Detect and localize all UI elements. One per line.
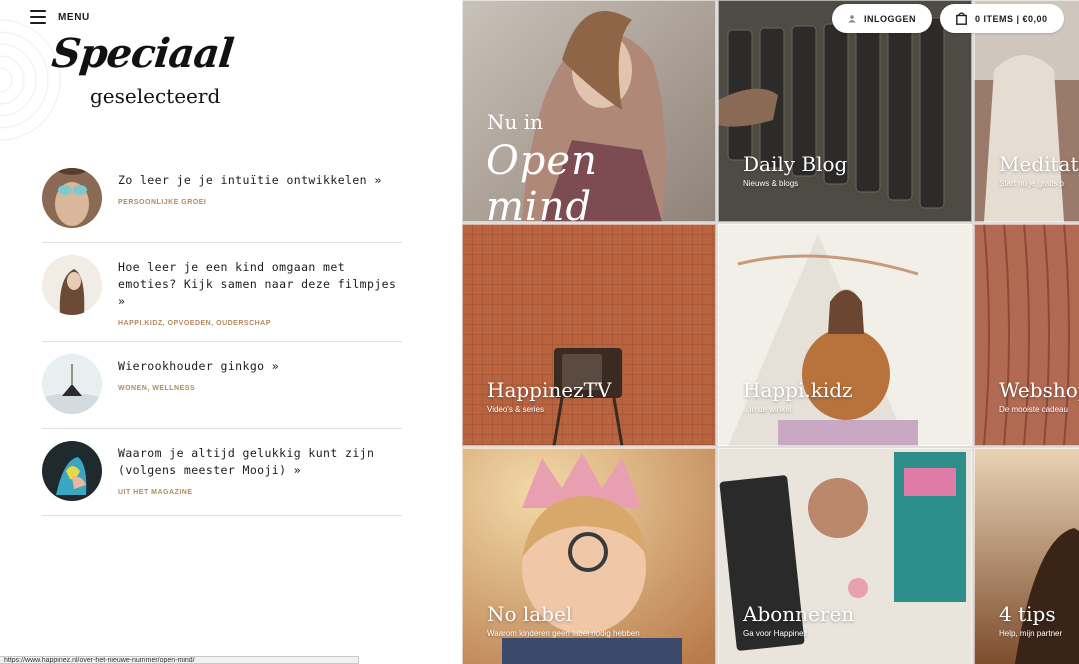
left-panel: MENU Speciaal geselecteerd Zo leer je je…: [0, 0, 462, 664]
tile-open-mind[interactable]: Nu in Open mind: [462, 0, 716, 222]
happinez-tv-title: HappinezTV: [487, 378, 612, 402]
cart-label: 0 ITEMS | €0,00: [975, 13, 1048, 24]
article-item[interactable]: Zo leer je je intuïtie ontwikkelen » PER…: [42, 160, 402, 243]
article-item[interactable]: Hoe leer je een kind omgaan met emoties?…: [42, 243, 402, 342]
article-title[interactable]: Waarom je altijd gelukkig kunt zijn (vol…: [118, 445, 402, 479]
speciaal-geselecteerd-logo: Speciaal geselecteerd: [50, 30, 236, 116]
menu-label: MENU: [58, 11, 90, 23]
open-mind-title: Open mind: [486, 138, 598, 222]
happi-kidz-title: Happi.kidz: [743, 378, 853, 402]
4-tips-subtitle: Help, mijn partner: [999, 629, 1063, 638]
open-mind-prefix: Nu in: [487, 110, 544, 134]
logo-line2: geselecteerd: [90, 84, 221, 108]
webshop-subtitle: De mooiste cadeau: [999, 405, 1068, 414]
menu-button[interactable]: MENU: [30, 10, 90, 24]
hamburger-icon: [30, 10, 46, 24]
article-list: Zo leer je je intuïtie ontwikkelen » PER…: [42, 160, 402, 516]
webshop-title: Webshop: [999, 378, 1079, 402]
abonneren-subtitle: Ga voor Happinez: [743, 629, 808, 638]
happinez-tv-subtitle: Video's & series: [487, 405, 544, 414]
article-thumbnail: [42, 354, 102, 414]
tile-abonneren[interactable]: Abonneren Ga voor Happinez: [718, 448, 972, 664]
tile-daily-blog[interactable]: Daily Blog Nieuws & blogs: [718, 0, 972, 222]
article-item[interactable]: Waarom je altijd gelukkig kunt zijn (vol…: [42, 429, 402, 516]
article-tags[interactable]: PERSOONLIJKE GROEI: [118, 199, 382, 206]
daily-blog-subtitle: Nieuws & blogs: [743, 179, 799, 188]
meditatie-subtitle: Start nu je gratis p: [999, 179, 1064, 188]
article-item[interactable]: Wierookhouder ginkgo » WONEN, WELLNESS: [42, 342, 402, 429]
no-label-title: No label: [487, 602, 573, 626]
logo-line1: Speciaal: [49, 30, 236, 77]
article-tags[interactable]: UIT HET MAGAZINE: [118, 489, 402, 496]
daily-blog-title: Daily Blog: [743, 152, 848, 176]
article-title[interactable]: Wierookhouder ginkgo »: [118, 358, 279, 375]
article-thumbnail: [42, 255, 102, 315]
article-title[interactable]: Hoe leer je een kind omgaan met emoties?…: [118, 259, 402, 310]
user-icon: [848, 15, 856, 23]
happi-kidz-subtitle: ...in de winkel: [743, 405, 792, 414]
login-label: INLOGGEN: [863, 13, 916, 24]
shopping-bag-icon: [956, 12, 967, 25]
article-thumbnail: [42, 168, 102, 228]
tile-meditatie[interactable]: Meditati Start nu je gratis p: [974, 0, 1079, 222]
tile-happi-kidz[interactable]: Happi.kidz ...in de winkel: [718, 224, 972, 446]
no-label-subtitle: Waarom kinderen geen label nodig hebben: [487, 629, 640, 638]
article-tags[interactable]: WONEN, WELLNESS: [118, 385, 279, 392]
meditatie-title: Meditati: [999, 152, 1079, 176]
article-tags[interactable]: HAPPI.KIDZ, OPVOEDEN, OUDERSCHAP: [118, 320, 402, 327]
4-tips-title: 4 tips: [999, 602, 1056, 626]
tile-grid: Nu in Open mind Daily Blog Nieuws & blog…: [462, 0, 1079, 664]
tile-webshop[interactable]: Webshop De mooiste cadeau: [974, 224, 1079, 446]
tile-no-label[interactable]: No label Waarom kinderen geen label nodi…: [462, 448, 716, 664]
login-button[interactable]: INLOGGEN: [832, 4, 932, 33]
article-thumbnail: [42, 441, 102, 501]
abonneren-title: Abonneren: [743, 602, 855, 626]
tile-happinez-tv[interactable]: HappinezTV Video's & series: [462, 224, 716, 446]
cart-button[interactable]: 0 ITEMS | €0,00: [940, 4, 1064, 33]
status-bar-url: https://www.happinez.nl/over-het-nieuwe-…: [0, 656, 359, 664]
tile-4-tips[interactable]: 4 tips Help, mijn partner: [974, 448, 1079, 664]
article-title[interactable]: Zo leer je je intuïtie ontwikkelen »: [118, 172, 382, 189]
